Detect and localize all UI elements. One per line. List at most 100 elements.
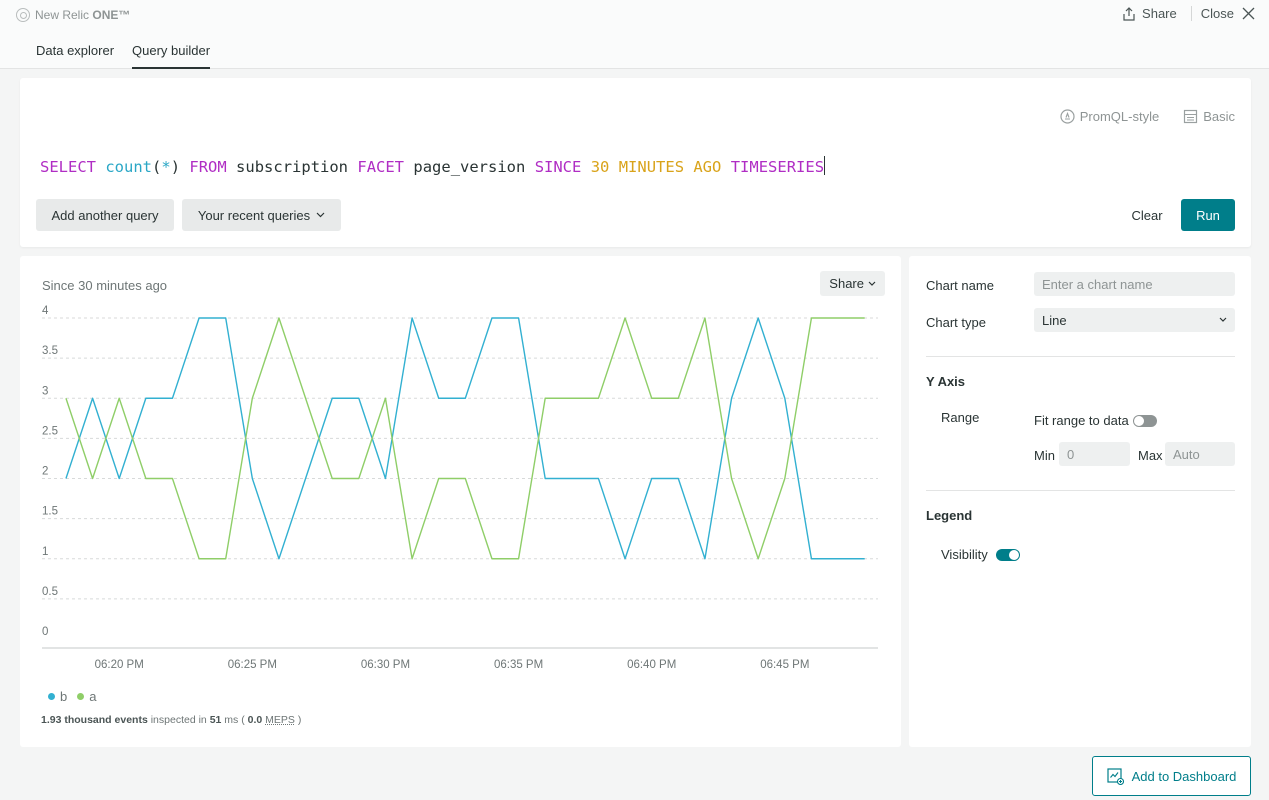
clear-button[interactable]: Clear [1122, 199, 1172, 231]
dashboard-add-icon [1106, 767, 1124, 785]
y-tick-label: 4 [42, 305, 49, 317]
y-tick-label: 0.5 [42, 586, 58, 598]
app-title-bold: ONE™ [92, 8, 131, 22]
chevron-down-icon [316, 212, 325, 218]
divider [926, 490, 1235, 491]
legend-item-a[interactable]: a [77, 689, 96, 704]
y-tick-label: 1 [42, 546, 48, 558]
query-token: FACET [357, 158, 405, 176]
fit-range-toggle[interactable] [1133, 415, 1157, 427]
query-token: page_version [404, 158, 535, 176]
close-icon [1242, 7, 1255, 20]
new-relic-logo-icon [16, 8, 30, 22]
chart-settings-panel: Chart name Chart type Line Y Axis Range … [909, 256, 1251, 747]
range-label: Range [941, 410, 980, 425]
line-chart: 0 0.5 1 1.5 2 2.5 3 3.5 4 06:20 PM 06:25 PM 06:30 P… [42, 305, 878, 671]
x-tick-label: 06:45 PM [760, 659, 809, 671]
chart-legend: ba [48, 689, 96, 704]
legend-visibility-toggle[interactable] [996, 549, 1020, 561]
query-token: SELECT [40, 158, 96, 176]
query-token: ) [170, 158, 190, 176]
legend-item-b[interactable]: b [48, 689, 67, 704]
y-tick-label: 1.5 [42, 506, 58, 518]
basic-button[interactable]: Basic [1183, 109, 1235, 124]
x-tick-label: 06:25 PM [228, 659, 277, 671]
chart-type-value: Line [1042, 312, 1067, 328]
ms-unit: ms ( [224, 714, 245, 726]
x-tick-label: 06:35 PM [494, 659, 543, 671]
meps-label[interactable]: MEPS [265, 714, 295, 726]
query-duration: 51 [209, 714, 222, 726]
legend-label: b [60, 689, 68, 704]
chart-card: Since 30 minutes ago Share 0 0.5 1 1.5 2 2.5 3… [20, 256, 901, 747]
recent-queries-label: Your recent queries [197, 207, 311, 223]
y-tick-label: 0 [42, 626, 48, 638]
y-axis-heading: Y Axis [926, 374, 966, 389]
query-token: ( [152, 158, 162, 176]
chart-type-select[interactable]: Line [1034, 308, 1235, 332]
chart-share-label: Share [829, 276, 864, 291]
app-title-plain: New Relic [35, 8, 93, 22]
top-actions: Share Close [1122, 6, 1255, 21]
legend-dot-icon [48, 693, 55, 700]
y-tick-label: 3.5 [42, 345, 58, 357]
chart-type-label: Chart type [926, 315, 986, 330]
tab-bar: Data explorer Query builder [0, 30, 1269, 69]
close-paren: ) [297, 714, 302, 726]
text-caret [824, 156, 826, 175]
recent-queries-dropdown[interactable]: Your recent queries [182, 199, 341, 231]
legend-heading: Legend [926, 508, 973, 523]
basic-icon [1184, 109, 1198, 124]
close-label: Close [1200, 6, 1234, 21]
chart-share-button[interactable]: Share [820, 271, 885, 296]
x-tick-label: 06:40 PM [627, 659, 676, 671]
nrql-query-input[interactable]: SELECT count(*) FROM subscription FACET … [40, 156, 826, 176]
close-button[interactable]: Close [1201, 6, 1255, 21]
basic-label: Basic [1203, 109, 1235, 124]
tab-data-explorer[interactable]: Data explorer [36, 43, 114, 67]
query-stats: 1.93 thousand events inspected in 51 ms … [41, 714, 301, 726]
min-input[interactable] [1059, 442, 1130, 466]
y-tick-label: 3 [42, 385, 48, 397]
legend-dot-icon [77, 693, 85, 700]
inspected-in-text: inspected in [150, 714, 207, 726]
top-share-button[interactable]: Share [1122, 6, 1192, 21]
meps-value: 0.0 [247, 714, 263, 726]
query-token: FROM [189, 158, 227, 176]
add-another-query-label: Add another query [51, 207, 159, 223]
max-input[interactable] [1165, 442, 1235, 466]
since-label: Since 30 minutes ago [42, 278, 168, 293]
add-to-dashboard-label: Add to Dashboard [1131, 768, 1237, 784]
query-token: 30 MINUTES AGO [590, 158, 722, 176]
promql-style-label: PromQL-style [1079, 109, 1160, 124]
chevron-down-icon [1219, 317, 1227, 322]
app-title: New Relic ONE™ [35, 8, 130, 22]
toggle-knob [1134, 416, 1144, 426]
top-bar: New Relic ONE™ Share Close [0, 0, 1269, 30]
share-icon [1123, 6, 1135, 21]
query-token [96, 158, 105, 176]
query-token [581, 158, 590, 176]
run-button[interactable]: Run [1181, 199, 1235, 231]
min-label: Min [1034, 448, 1055, 463]
promql-style-button[interactable]: PromQL-style [1060, 109, 1159, 124]
visibility-label: Visibility [941, 547, 988, 562]
y-tick-label: 2 [42, 466, 48, 478]
promql-icon [1060, 109, 1075, 124]
add-another-query-button[interactable]: Add another query [36, 199, 174, 231]
divider [926, 356, 1235, 357]
legend-label: a [89, 689, 97, 704]
x-tick-label: 06:30 PM [361, 659, 410, 671]
chart-name-input[interactable] [1034, 272, 1235, 296]
chevron-down-icon [868, 281, 876, 286]
query-token: TIMESERIES [730, 158, 825, 176]
query-token: SINCE [534, 158, 582, 176]
x-tick-label: 06:20 PM [95, 659, 144, 671]
query-token [721, 158, 730, 176]
query-token: * [161, 158, 171, 176]
add-to-dashboard-button[interactable]: Add to Dashboard [1092, 756, 1251, 796]
top-share-label: Share [1142, 6, 1177, 21]
tab-query-builder[interactable]: Query builder [132, 43, 211, 69]
query-modes: PromQL-style Basic [1060, 109, 1235, 124]
max-label: Max [1138, 448, 1163, 463]
